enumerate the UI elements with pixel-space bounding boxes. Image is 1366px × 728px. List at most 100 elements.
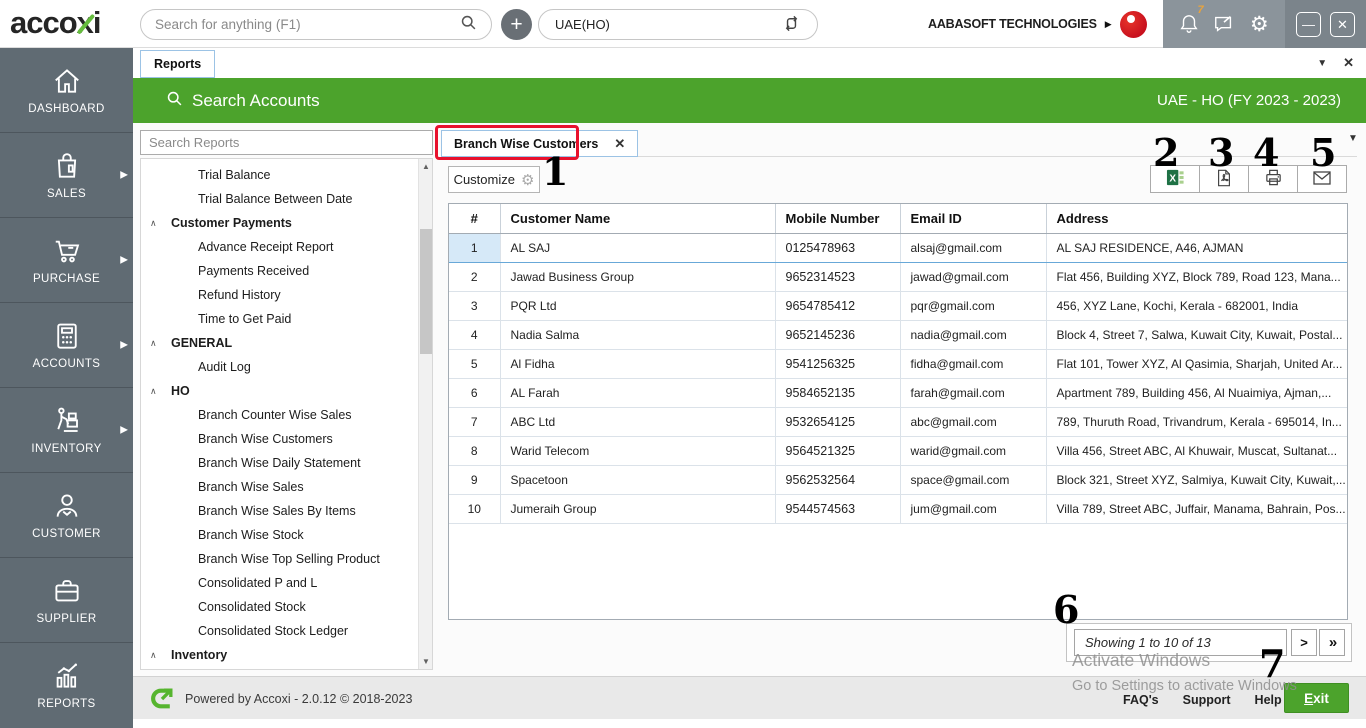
report-item-label: Branch Counter Wise Sales	[198, 408, 352, 422]
company-avatar[interactable]	[1119, 10, 1147, 38]
search-accounts[interactable]: Search Accounts	[166, 78, 320, 123]
sidebar-item-sales[interactable]: SALES ▶	[0, 133, 133, 218]
column-header-customer-name[interactable]: Customer Name	[500, 204, 776, 234]
collapse-icon[interactable]: ∧	[150, 379, 157, 403]
report-group-inventory[interactable]: ∧ Inventory	[141, 643, 432, 667]
search-reports-input[interactable]	[140, 130, 433, 155]
print-button[interactable]	[1248, 165, 1298, 193]
report-item-branch-counter-wise-sales[interactable]: Branch Counter Wise Sales	[141, 403, 432, 427]
email-icon	[1312, 168, 1332, 191]
column-header-mobile-number[interactable]: Mobile Number	[775, 204, 901, 234]
sidebar-item-purchase[interactable]: PURCHASE ▶	[0, 218, 133, 303]
table-row[interactable]: 1 AL SAJ 0125478963 alsaj@gmail.com AL SAJ R…	[449, 233, 1347, 263]
table-row[interactable]: 7 ABC Ltd 9532654125 abc@gmail.com 789, Thur…	[449, 407, 1347, 437]
report-item-label: Advance Receipt Report	[198, 240, 334, 254]
scroll-down-icon[interactable]: ▼	[419, 654, 432, 669]
table-row[interactable]: 5 Al Fidha 9541256325 fidha@gmail.com Flat 1…	[449, 349, 1347, 379]
report-item-consolidated-stock-ledger[interactable]: Consolidated Stock Ledger	[141, 619, 432, 643]
sidebar-item-inventory[interactable]: INVENTORY ▶	[0, 388, 133, 473]
notifications-bell-icon[interactable]: 7	[1176, 4, 1204, 37]
footer-links: FAQ's Support Help	[1123, 693, 1282, 707]
report-item-branch-wise-top-selling-product[interactable]: Branch Wise Top Selling Product	[141, 547, 432, 571]
report-item-trial-balance[interactable]: Trial Balance	[141, 163, 432, 187]
minimize-button[interactable]: —	[1296, 11, 1321, 37]
column-header-email-id[interactable]: Email ID	[900, 204, 1047, 234]
column-header-address[interactable]: Address	[1046, 204, 1347, 234]
footer-link-help[interactable]: Help	[1255, 693, 1282, 707]
customize-button[interactable]: Customize ⚙	[448, 166, 540, 193]
table-row[interactable]: 10 Jumeraih Group 9544574563 jum@gmail.com V…	[449, 494, 1347, 524]
table-row[interactable]: 6 AL Farah 9584652135 farah@gmail.com Apartm…	[449, 378, 1347, 408]
report-group-general[interactable]: ∧ GENERAL	[141, 331, 432, 355]
column-header--[interactable]: #	[449, 204, 501, 234]
table-row[interactable]: 8 Warid Telecom 9564521325 warid@gmail.com V…	[449, 436, 1347, 466]
report-group-customer-payments[interactable]: ∧ Customer Payments	[141, 211, 432, 235]
table-row[interactable]: 2 Jawad Business Group 9652314523 jawad@gma…	[449, 262, 1347, 292]
sidebar-item-dashboard[interactable]: DASHBOARD	[0, 48, 133, 133]
sidebar-item-supplier[interactable]: SUPPLIER	[0, 558, 133, 643]
feedback-chat-icon[interactable]	[1211, 11, 1237, 37]
table-row[interactable]: 3 PQR Ltd 9654785412 pqr@gmail.com 456, XYZ …	[449, 291, 1347, 321]
report-item-advance-receipt-report[interactable]: Advance Receipt Report	[141, 235, 432, 259]
reports-list-scrollbar[interactable]: ▲ ▼	[418, 159, 432, 669]
chevron-right-icon: ▶	[120, 339, 128, 351]
accoxi-app: accoxi + UAE(HO) AABASOFT TECHNOLOGIES ▶…	[0, 0, 1366, 728]
email-button[interactable]	[1297, 165, 1347, 193]
footer-link-faq-s[interactable]: FAQ's	[1123, 693, 1159, 707]
report-item-refund-history[interactable]: Refund History	[141, 283, 432, 307]
collapse-icon[interactable]: ∧	[150, 643, 157, 667]
report-group-ho[interactable]: ∧ HO	[141, 379, 432, 403]
settings-gear-icon[interactable]: ⚙	[1246, 11, 1272, 37]
printer-icon	[1264, 168, 1283, 190]
cell: 9541256325	[775, 349, 901, 379]
export-dropdown-icon[interactable]: ▼	[1348, 133, 1358, 144]
report-item-audit-log[interactable]: Audit Log	[141, 355, 432, 379]
report-item-branch-wise-sales-by-items[interactable]: Branch Wise Sales By Items	[141, 499, 432, 523]
tab-list-dropdown-icon[interactable]: ▼	[1317, 58, 1327, 69]
module-header-bar: Search Accounts UAE - HO (FY 2023 - 2023…	[133, 78, 1366, 123]
table-row[interactable]: 4 Nadia Salma 9652145236 nadia@gmail.com Blo…	[449, 320, 1347, 350]
report-item-label: Branch Wise Top Selling Product	[198, 552, 380, 566]
scrollbar-thumb[interactable]	[420, 229, 432, 354]
report-item-consolidated-p-and-l[interactable]: Consolidated P and L	[141, 571, 432, 595]
collapse-icon[interactable]: ∧	[150, 331, 157, 355]
close-window-button[interactable]: ✕	[1330, 11, 1355, 37]
report-item-branch-wise-customers[interactable]: Branch Wise Customers	[141, 427, 432, 451]
global-search[interactable]	[140, 9, 492, 40]
report-item-time-to-get-paid[interactable]: Time to Get Paid	[141, 307, 432, 331]
sales-bag-icon	[52, 151, 82, 181]
collapse-icon[interactable]: ∧	[150, 211, 157, 235]
branch-selector[interactable]: UAE(HO)	[538, 9, 818, 40]
pdf-export-button[interactable]	[1199, 165, 1249, 193]
next-page-button[interactable]: >	[1291, 629, 1317, 656]
report-tab-close-icon[interactable]: ✕	[614, 136, 625, 152]
home-icon	[52, 66, 82, 96]
search-accounts-icon	[166, 90, 183, 112]
last-page-button[interactable]: »	[1319, 629, 1345, 656]
accoxi-footer-logo-icon	[150, 686, 175, 716]
sidebar-item-reports[interactable]: REPORTS	[0, 643, 133, 728]
switch-branch-icon[interactable]	[782, 14, 801, 36]
report-item-branch-wise-stock[interactable]: Branch Wise Stock	[141, 523, 432, 547]
global-search-input[interactable]	[155, 17, 460, 32]
report-tab-branch-wise-customers[interactable]: Branch Wise Customers ✕	[441, 130, 639, 157]
quick-add-button[interactable]: +	[501, 9, 532, 40]
report-item-trial-balance-between-date[interactable]: Trial Balance Between Date	[141, 187, 432, 211]
excel-icon: X	[1166, 168, 1185, 190]
tab-close-icon[interactable]: ✕	[1343, 55, 1354, 71]
table-row[interactable]: 9 Spacetoon 9562532564 space@gmail.com Block…	[449, 465, 1347, 495]
sidebar-item-accounts[interactable]: ACCOUNTS ▶	[0, 303, 133, 388]
report-item-label: Refund History	[198, 288, 281, 302]
company-menu[interactable]: AABASOFT TECHNOLOGIES ▶	[928, 0, 1147, 48]
cell: 9	[449, 465, 501, 495]
report-item-branch-wise-sales[interactable]: Branch Wise Sales	[141, 475, 432, 499]
sidebar-item-customer[interactable]: CUSTOMER	[0, 473, 133, 558]
footer-link-support[interactable]: Support	[1183, 693, 1231, 707]
tab-reports[interactable]: Reports	[140, 50, 216, 78]
exit-button[interactable]: Exit	[1284, 683, 1349, 713]
report-item-payments-received[interactable]: Payments Received	[141, 259, 432, 283]
report-item-branch-wise-daily-statement[interactable]: Branch Wise Daily Statement	[141, 451, 432, 475]
scroll-up-icon[interactable]: ▲	[419, 159, 432, 174]
report-item-consolidated-stock[interactable]: Consolidated Stock	[141, 595, 432, 619]
excel-export-button[interactable]: X	[1150, 165, 1200, 193]
